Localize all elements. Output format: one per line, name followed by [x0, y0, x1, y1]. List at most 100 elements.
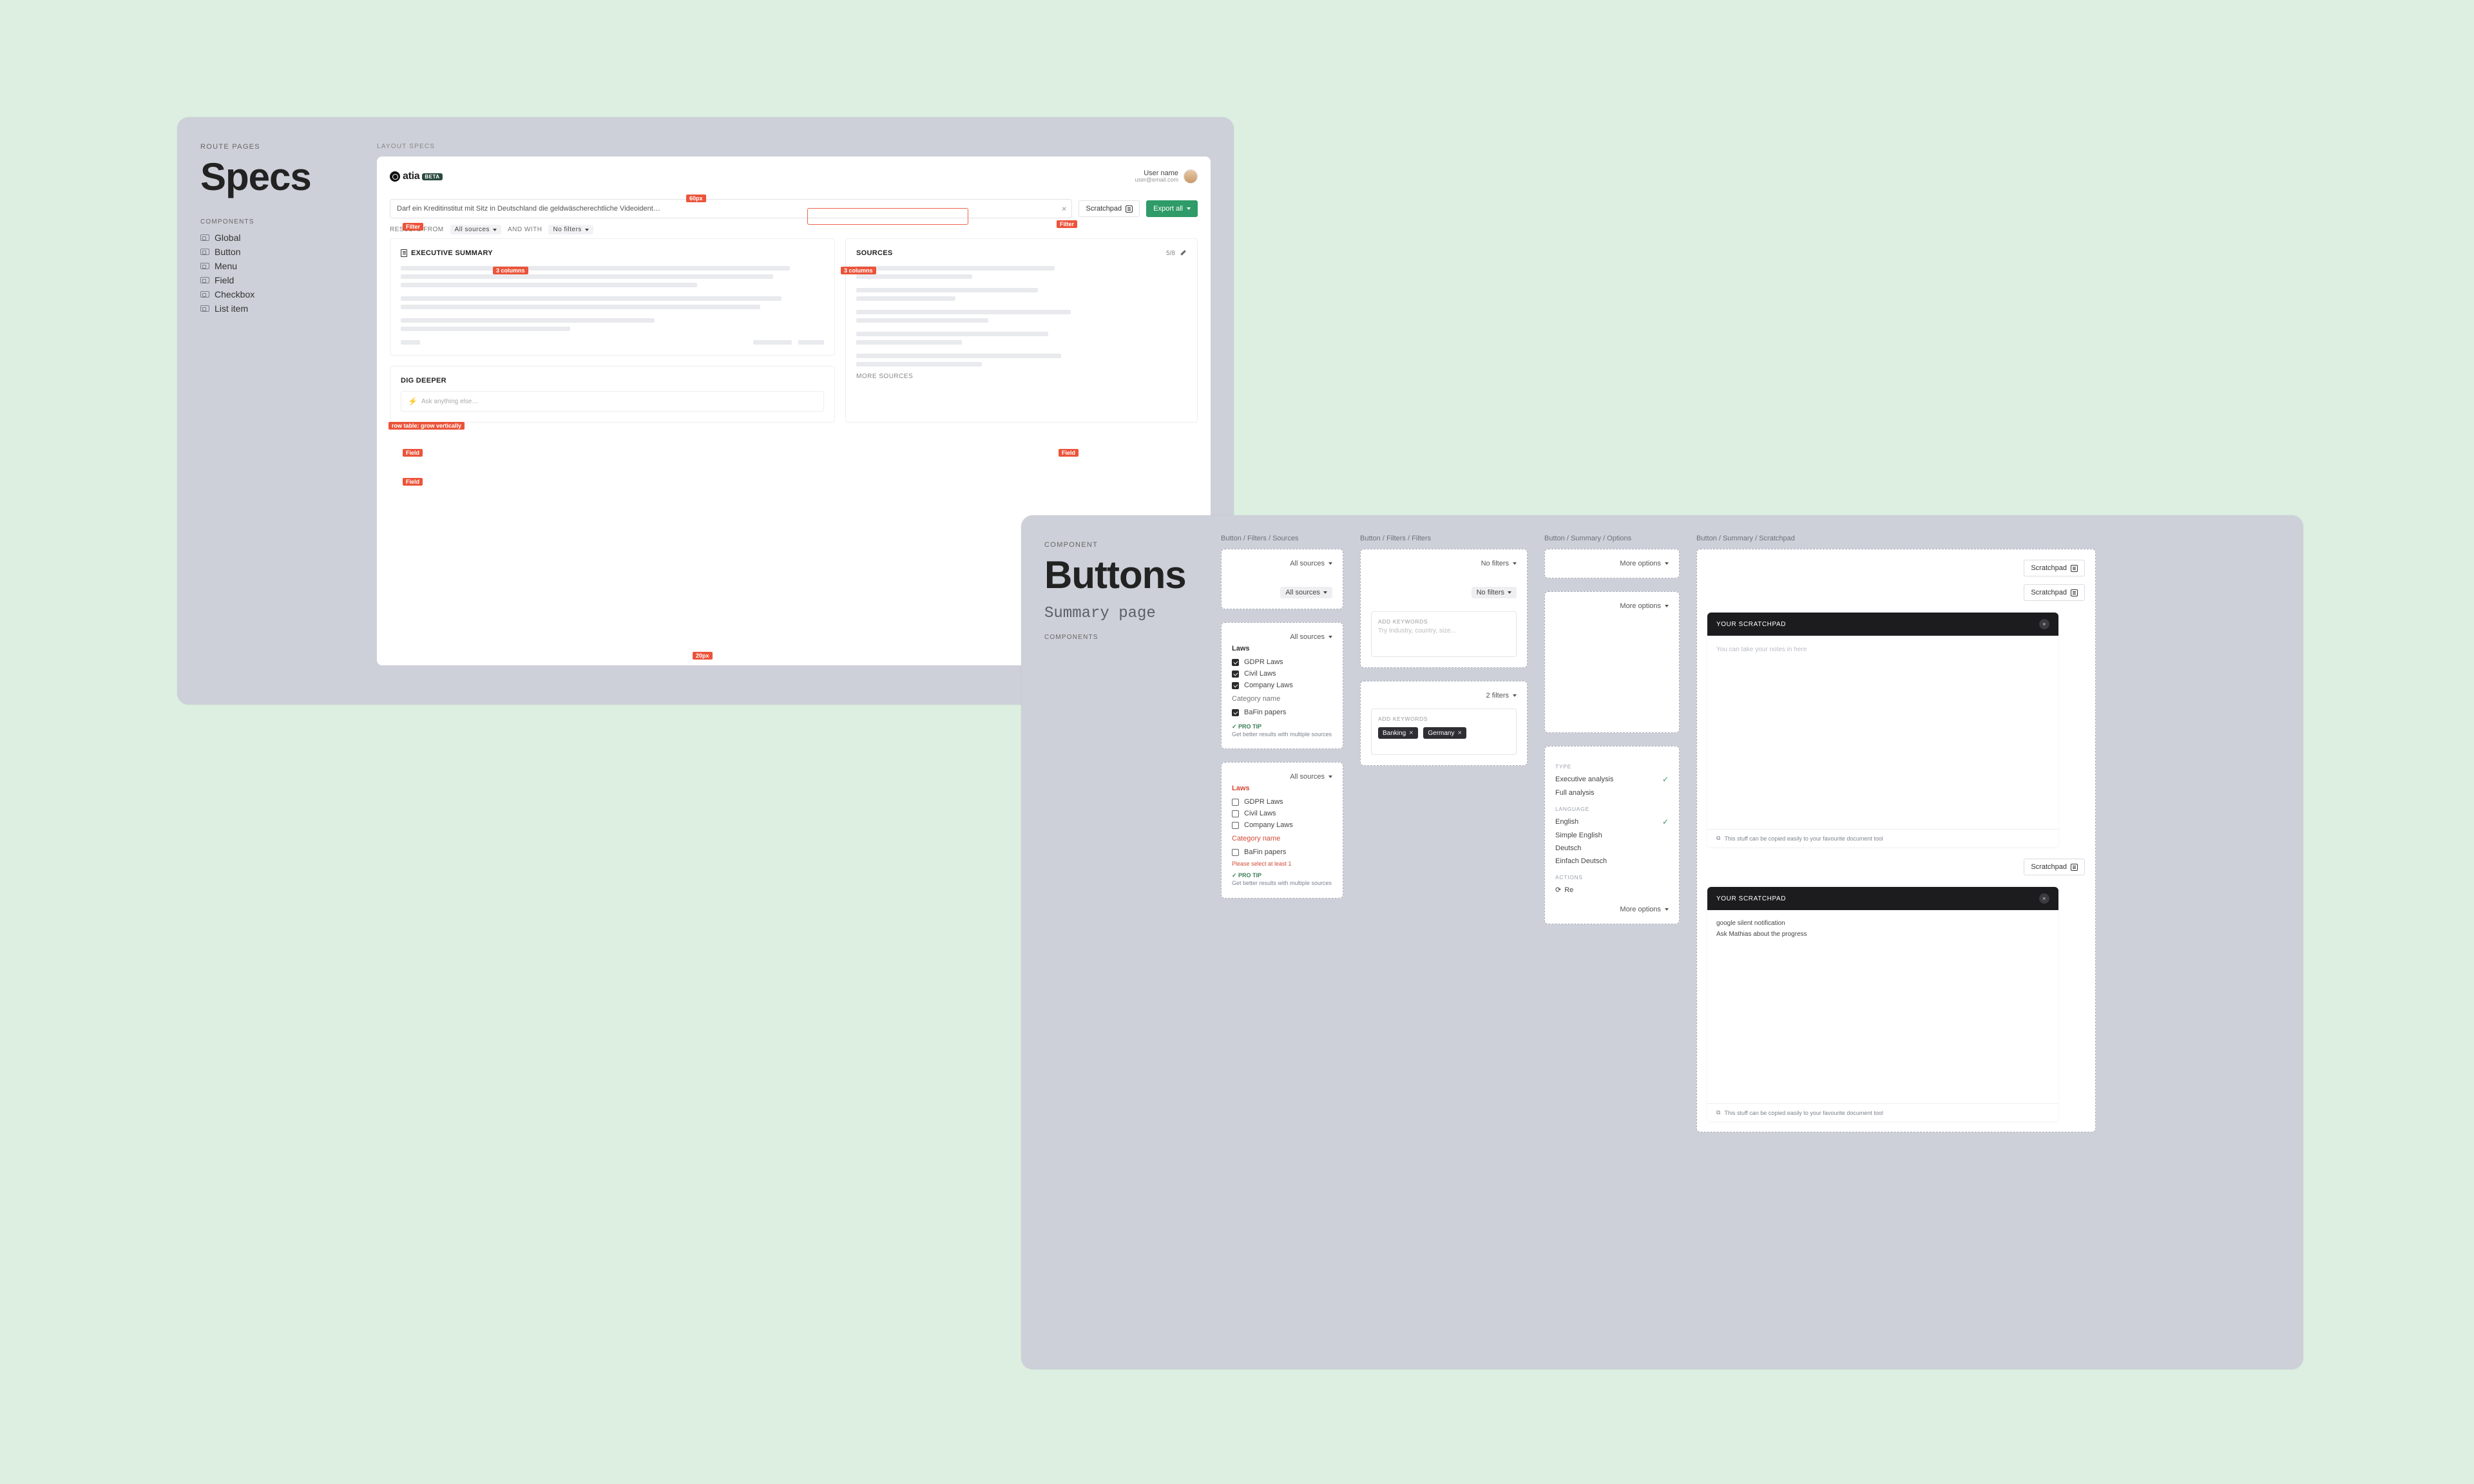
avatar — [1184, 169, 1198, 184]
component-item-menu[interactable]: Menu — [200, 259, 354, 273]
component-item-field[interactable]: Field — [200, 273, 354, 287]
remove-icon[interactable]: × — [1457, 729, 1461, 737]
checkbox-icon — [1232, 709, 1239, 716]
cb-civil[interactable]: Civil Laws — [1232, 668, 1332, 680]
edit-icon[interactable] — [1180, 250, 1187, 256]
kw-placeholder: Try Industry, country, size… — [1378, 627, 1510, 634]
board-title: Buttons — [1044, 553, 1198, 597]
dig-input[interactable]: ⚡ Ask anything else… — [401, 391, 824, 412]
type-exec[interactable]: Executive analysis✓ — [1555, 772, 1669, 786]
close-icon[interactable]: × — [2039, 619, 2049, 629]
mock-topbar: atia BETA User name user@email.com — [390, 166, 1198, 187]
scratchpad-toggle-3[interactable]: Scratchpad — [2024, 859, 2085, 875]
check-icon: ✓ — [1662, 817, 1669, 826]
logo-mark-icon — [390, 171, 400, 182]
right-column: SOURCES 5/8 MORE SOURCES — [845, 238, 1198, 423]
component-sidebar: COMPONENT Buttons Summary page COMPONENT… — [1021, 515, 1221, 1369]
clear-icon[interactable]: × — [1062, 204, 1067, 214]
dig-title: DIG DEEPER — [401, 377, 824, 385]
more-sources-link[interactable]: MORE SOURCES — [856, 373, 1187, 380]
lang-label: LANGUAGE — [1555, 806, 1669, 812]
scratchpad-icon — [1126, 205, 1133, 213]
col-sources: Button / Filters / Sources All sources A… — [1221, 535, 1343, 911]
scratchpad-foot: ⧉ This stuff can be copied easily to you… — [1707, 829, 2058, 847]
copy-icon: ⧉ — [1716, 1109, 1720, 1116]
action-re[interactable]: ⟳Re — [1555, 883, 1669, 897]
chevron-down-icon — [1513, 694, 1517, 697]
chevron-down-icon — [1665, 605, 1669, 607]
cb-company-e[interactable]: Company Laws — [1232, 819, 1332, 831]
beta-badge: BETA — [422, 173, 442, 180]
tag-banking[interactable]: Banking× — [1378, 727, 1418, 739]
sources-dropdown-open[interactable]: All sources — [1290, 633, 1332, 641]
scratchpad-panel-filled: YOUR SCRATCHPAD × google silent notifica… — [1707, 887, 2058, 1121]
keywords-empty[interactable]: ADD KEYWORDS Try Industry, country, size… — [1371, 611, 1517, 657]
board-title: Specs — [200, 155, 354, 199]
scratchpad-button[interactable]: Scratchpad — [1079, 200, 1140, 217]
scratchpad-toggle-1[interactable]: Scratchpad — [2024, 560, 2085, 576]
cb-bafin[interactable]: BaFin papers — [1232, 707, 1332, 718]
scratchpad-head: YOUR SCRATCHPAD × — [1707, 613, 2058, 636]
component-item-listitem[interactable]: List item — [200, 301, 354, 316]
chevron-down-icon — [1665, 562, 1669, 565]
lang-sde[interactable]: Einfach Deutsch — [1555, 855, 1669, 868]
keywords-filled[interactable]: ADD KEYWORDS Banking× Germany× — [1371, 709, 1517, 755]
tag-germany[interactable]: Germany× — [1423, 727, 1466, 739]
filters-dropdown[interactable]: No filters — [1481, 560, 1517, 567]
scratchpad-icon — [2071, 589, 2078, 596]
remove-icon[interactable]: × — [1409, 729, 1413, 737]
ann-20: 20px — [693, 652, 713, 660]
footer-skel — [401, 340, 824, 345]
sources-dropdown[interactable]: All sources — [1290, 560, 1332, 567]
variant-sources-open: All sources Laws GDPR Laws Civil Laws Co… — [1221, 622, 1343, 749]
sources-chip[interactable]: All sources — [1280, 587, 1332, 598]
cat-laws: Laws — [1232, 645, 1332, 652]
exec-title: EXECUTIVE SUMMARY — [401, 249, 824, 257]
component-item-checkbox[interactable]: Checkbox — [200, 287, 354, 301]
left-column: EXECUTIVE SUMMARY DIG DEEPER ⚡ Ask anyth… — [390, 238, 835, 423]
search-row: Darf ein Kreditinstitut mit Sitz in Deut… — [390, 199, 1198, 218]
close-icon[interactable]: × — [2039, 893, 2049, 904]
scratchpad-panel-empty: YOUR SCRATCHPAD × You can take your note… — [1707, 613, 2058, 847]
search-input[interactable]: Darf ein Kreditinstitut mit Sitz in Deut… — [390, 199, 1072, 218]
scratchpad-body[interactable]: You can take your notes in here — [1707, 636, 2058, 829]
component-board: COMPONENT Buttons Summary page COMPONENT… — [1021, 515, 2303, 1369]
board-subtitle: Summary page — [1044, 605, 1198, 622]
bolt-icon: ⚡ — [408, 397, 417, 406]
scratchpad-placeholder: You can take your notes in here — [1716, 646, 2049, 653]
more-options-btn-2[interactable]: More options — [1620, 602, 1669, 610]
cb-bafin-e[interactable]: BaFin papers — [1232, 846, 1332, 858]
cb-company[interactable]: Company Laws — [1232, 680, 1332, 691]
scratchpad-title-2: YOUR SCRATCHPAD — [1716, 895, 1786, 902]
variant-options-spacer: More options — [1544, 591, 1680, 733]
lang-sen[interactable]: Simple English — [1555, 829, 1669, 842]
type-full[interactable]: Full analysis — [1555, 786, 1669, 799]
lang-de[interactable]: Deutsch — [1555, 842, 1669, 855]
chevron-down-icon — [1328, 562, 1332, 565]
more-options-btn-3[interactable]: More options — [1620, 906, 1669, 913]
cat-laws-err: Laws — [1232, 785, 1332, 792]
variant-filters-closed: No filters No filters ADD KEYWORDS Try I… — [1360, 549, 1528, 668]
col-filters: Button / Filters / Filters No filters No… — [1360, 535, 1528, 779]
sources-filter-chip[interactable]: All sources — [450, 225, 501, 234]
filters-chip[interactable]: No filters — [1472, 587, 1517, 598]
component-item-global[interactable]: Global — [200, 231, 354, 245]
kw-label-2: ADD KEYWORDS — [1378, 716, 1510, 722]
scratchpad-body-2[interactable]: google silent notification Ask Mathias a… — [1707, 910, 2058, 1103]
scratchpad-toggle-2[interactable]: Scratchpad — [2024, 584, 2085, 601]
cb-gdpr[interactable]: GDPR Laws — [1232, 656, 1332, 668]
component-item-button[interactable]: Button — [200, 245, 354, 259]
filters-dropdown-2[interactable]: 2 filters — [1486, 692, 1517, 699]
note-1: google silent notification — [1716, 918, 2049, 929]
export-button[interactable]: Export all — [1146, 200, 1198, 217]
more-options-btn[interactable]: More options — [1620, 560, 1669, 567]
filters-chip[interactable]: No filters — [548, 225, 593, 234]
sources-dropdown-err[interactable]: All sources — [1290, 773, 1332, 781]
ann-grow: row table: grow vertically — [388, 422, 465, 430]
two-column-layout: EXECUTIVE SUMMARY DIG DEEPER ⚡ Ask anyth… — [390, 238, 1198, 423]
cb-gdpr-e[interactable]: GDPR Laws — [1232, 796, 1332, 808]
lang-en[interactable]: English✓ — [1555, 815, 1669, 829]
cb-civil-e[interactable]: Civil Laws — [1232, 808, 1332, 819]
cat-2: Category name — [1232, 695, 1332, 703]
user-block[interactable]: User name user@email.com — [1135, 169, 1198, 184]
